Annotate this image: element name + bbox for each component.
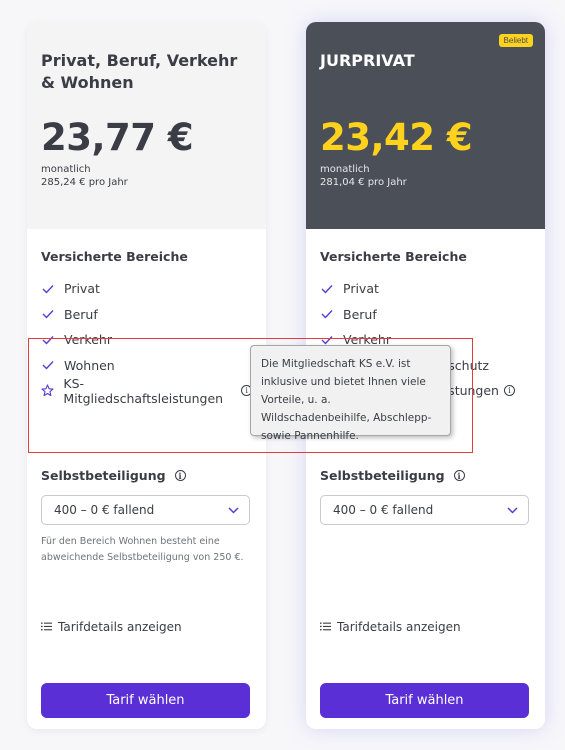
list-icon: [320, 620, 331, 634]
feature-item: Privat: [320, 276, 531, 302]
price-period: monatlich: [320, 164, 370, 175]
info-icon[interactable]: i: [504, 385, 515, 397]
feature-item: Verkehr: [41, 327, 252, 353]
plan-card-privat: Privat, Beruf, Verkehr & Wohnen 23,77 € …: [27, 22, 266, 729]
check-icon: [41, 282, 55, 296]
deductible-label: Selbstbeteiligung: [41, 468, 166, 483]
details-label: Tarifdetails anzeigen: [58, 620, 182, 634]
price-period: monatlich: [41, 164, 91, 175]
deductible-row: Selbstbeteiligung i: [41, 468, 186, 483]
popular-badge: Beliebt: [498, 34, 533, 47]
deductible-select[interactable]: 400 – 0 € fallend: [41, 495, 250, 525]
feature-item: Wohnen: [41, 353, 252, 379]
plan-header: Beliebt JURPRIVAT 23,42 € monatlich 281,…: [306, 22, 545, 229]
deductible-value: 400 – 0 € fallend: [54, 503, 155, 517]
select-plan-button[interactable]: Tarif wählen: [320, 683, 529, 718]
deductible-note: Für den Bereich Wohnen besteht eine abwe…: [41, 536, 244, 563]
feature-label: Beruf: [64, 306, 98, 322]
feature-item: Beruf: [320, 302, 531, 328]
info-icon[interactable]: i: [174, 470, 186, 481]
feature-label: Wohnen: [64, 357, 115, 373]
membership-tooltip: Die Mitgliedschaft KS e.V. ist inklusive…: [250, 345, 451, 442]
details-label: Tarifdetails anzeigen: [337, 620, 461, 634]
details-link[interactable]: Tarifdetails anzeigen: [41, 620, 182, 634]
feature-label: Verkehr: [64, 332, 112, 348]
deductible-label: Selbstbeteiligung: [320, 468, 445, 483]
section-title: Versicherte Bereiche: [41, 249, 188, 264]
deductible-value: 400 – 0 € fallend: [333, 503, 434, 517]
feature-label: Privat: [64, 281, 100, 297]
price-yearly: 285,24 € pro Jahr: [41, 177, 128, 188]
check-icon: [320, 307, 334, 321]
check-icon: [41, 333, 55, 347]
feature-item: Privat: [41, 276, 252, 302]
feature-label: KS-Mitgliedschaftsleistungen: [63, 375, 224, 406]
plan-price: 23,42 €: [320, 116, 473, 159]
details-link[interactable]: Tarifdetails anzeigen: [320, 620, 461, 634]
feature-item: Beruf: [41, 302, 252, 328]
plan-title: JURPRIVAT: [320, 51, 415, 70]
plan-title: Privat, Beruf, Verkehr & Wohnen: [41, 51, 238, 92]
info-icon[interactable]: i: [453, 470, 465, 481]
chevron-down-icon: [507, 504, 518, 517]
list-icon: [41, 620, 52, 634]
check-icon: [41, 307, 55, 321]
plan-header: Privat, Beruf, Verkehr & Wohnen 23,77 € …: [27, 22, 266, 229]
deductible-row: Selbstbeteiligung i: [320, 468, 465, 483]
check-icon: [320, 282, 334, 296]
star-icon: [41, 384, 54, 398]
feature-label: Privat: [343, 281, 379, 297]
feature-item: KS-Mitgliedschaftsleistungen i: [41, 375, 252, 406]
chevron-down-icon: [228, 504, 239, 517]
deductible-select[interactable]: 400 – 0 € fallend: [320, 495, 529, 525]
check-icon: [41, 358, 55, 372]
section-title: Versicherte Bereiche: [320, 249, 467, 264]
select-plan-button[interactable]: Tarif wählen: [41, 683, 250, 718]
feature-label: schutz: [448, 357, 489, 373]
price-yearly: 281,04 € pro Jahr: [320, 177, 407, 188]
plan-price: 23,77 €: [41, 116, 194, 159]
feature-label: Beruf: [343, 306, 377, 322]
